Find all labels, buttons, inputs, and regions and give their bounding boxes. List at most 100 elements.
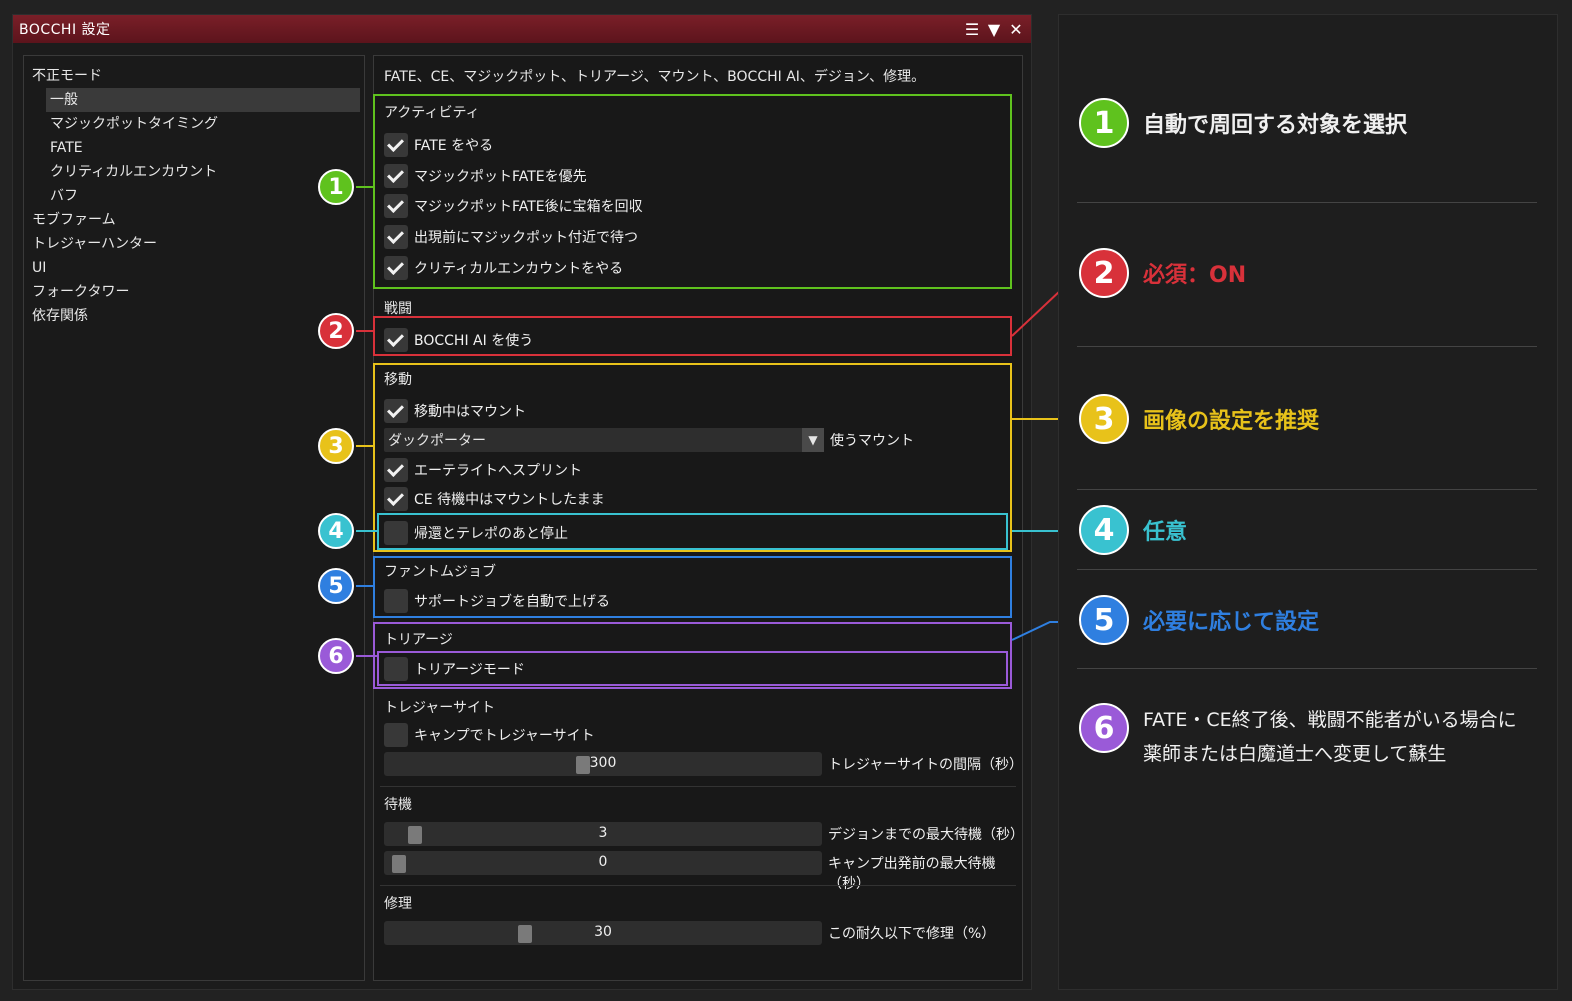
- legend-text: 必須：ON: [1143, 263, 1247, 288]
- section-heading-triage: トリアージ: [384, 632, 453, 648]
- option-label: マジックポットFATEを優先: [414, 169, 587, 185]
- divider: [1077, 346, 1537, 347]
- section-heading-repair: 修理: [384, 896, 412, 912]
- checkbox[interactable]: [384, 194, 408, 218]
- legend-badge: 4: [1079, 505, 1129, 555]
- option-label: サポートジョブを自動で上げる: [414, 594, 610, 610]
- slider-label: トレジャーサイトの間隔（秒）: [828, 757, 1024, 773]
- callout-badge-2: 2: [318, 313, 354, 349]
- divider: [1077, 202, 1537, 203]
- title-bar[interactable]: BOCCHI 設定 ☰ ▼ ✕: [13, 15, 1031, 43]
- slider-value: 0: [598, 854, 608, 870]
- option-row[interactable]: エーテライトへスプリント: [384, 458, 582, 482]
- section-heading-wait: 待機: [384, 797, 412, 813]
- option-label: 出現前にマジックポット付近で待つ: [414, 230, 638, 246]
- connector: [356, 186, 373, 188]
- checkbox[interactable]: [384, 589, 408, 613]
- section-heading-treasure-sight: トレジャーサイト: [384, 700, 496, 716]
- option-row[interactable]: トリアージモード: [384, 657, 525, 681]
- option-label: クリティカルエンカウントをやる: [414, 261, 624, 277]
- nav-item-buff[interactable]: バフ: [24, 184, 364, 208]
- legend-text: 薬師または白魔道士へ変更して蘇生: [1143, 743, 1447, 765]
- option-row[interactable]: CE 待機中はマウントしたまま: [384, 487, 605, 511]
- nav-item-fate[interactable]: FATE: [24, 136, 364, 160]
- option-row[interactable]: BOCCHI AI を使う: [384, 328, 533, 352]
- option-row[interactable]: 出現前にマジックポット付近で待つ: [384, 225, 638, 249]
- legend-panel: 1 自動で周回する対象を選択 2 必須：ON 3 画像の設定を推奨 4 任意 5…: [1058, 14, 1558, 990]
- nav-item-critical-encounter[interactable]: クリティカルエンカウント: [24, 160, 364, 184]
- legend-badge: 2: [1079, 248, 1129, 298]
- legend-text: FATE・CE終了後、戦闘不能者がいる場合に: [1143, 709, 1517, 731]
- legend-item-3: 3 画像の設定を推奨: [1079, 394, 1319, 444]
- legend-text: 任意: [1143, 520, 1188, 545]
- checkbox[interactable]: [384, 225, 408, 249]
- checkbox[interactable]: [384, 164, 408, 188]
- menu-icon[interactable]: ☰: [963, 20, 981, 39]
- collapse-icon[interactable]: ▼: [985, 20, 1003, 39]
- divider: [1077, 668, 1537, 669]
- option-row[interactable]: FATE をやる: [384, 133, 493, 157]
- treasure-sight-interval-slider[interactable]: 300: [384, 752, 822, 776]
- legend-item-4: 4 任意: [1079, 505, 1187, 555]
- settings-content: FATE、CE、マジックポット、トリアージ、マウント、BOCCHI AI、デジョ…: [373, 55, 1024, 981]
- nav-item-dependencies[interactable]: 依存関係: [24, 304, 364, 328]
- slider-label: デジョンまでの最大待機（秒）: [828, 827, 1024, 843]
- section-heading-combat: 戦闘: [384, 301, 412, 317]
- nav-item-mob-farm[interactable]: モブファーム: [24, 208, 364, 232]
- window-title: BOCCHI 設定: [19, 22, 111, 38]
- option-label: 移動中はマウント: [414, 404, 526, 420]
- max-wait-dejon-slider[interactable]: 3: [384, 822, 822, 846]
- option-row[interactable]: マジックポットFATEを優先: [384, 164, 587, 188]
- slider-value: 300: [589, 755, 617, 771]
- checkbox[interactable]: [384, 256, 408, 280]
- max-wait-camp-slider[interactable]: 0: [384, 851, 822, 875]
- page-description: FATE、CE、マジックポット、トリアージ、マウント、BOCCHI AI、デジョ…: [384, 69, 926, 85]
- option-label: トリアージモード: [414, 662, 525, 678]
- connector: [356, 530, 377, 532]
- close-icon[interactable]: ✕: [1007, 20, 1025, 39]
- mount-select-label: 使うマウント: [830, 433, 914, 449]
- option-row[interactable]: 帰還とテレポのあと停止: [384, 521, 568, 545]
- checkbox[interactable]: [384, 657, 408, 681]
- checkbox[interactable]: [384, 133, 408, 157]
- legend-text: 画像の設定を推奨: [1143, 409, 1320, 434]
- checkbox[interactable]: [384, 521, 408, 545]
- settings-window: BOCCHI 設定 ☰ ▼ ✕ 不正モード 一般 マジックポットタイミング FA…: [12, 14, 1032, 990]
- option-row[interactable]: クリティカルエンカウントをやる: [384, 256, 623, 280]
- nav-item-magic-pot-timing[interactable]: マジックポットタイミング: [24, 112, 364, 136]
- callout-badge-4: 4: [318, 513, 354, 549]
- chevron-down-icon[interactable]: ▼: [802, 428, 824, 452]
- legend-item-2: 2 必須：ON: [1079, 248, 1246, 298]
- nav-item-general[interactable]: 一般: [46, 88, 360, 112]
- legend-item-5: 5 必要に応じて設定: [1079, 595, 1319, 645]
- section-heading-phantom-job: ファントムジョブ: [384, 564, 496, 580]
- option-label: エーテライトへスプリント: [414, 463, 582, 479]
- option-row[interactable]: 移動中はマウント: [384, 399, 526, 423]
- checkbox[interactable]: [384, 328, 408, 352]
- legend-item-1: 1 自動で周回する対象を選択: [1079, 98, 1407, 148]
- option-label: FATE をやる: [414, 138, 494, 154]
- repair-threshold-slider[interactable]: 30: [384, 921, 822, 945]
- legend-text-block: FATE・CE終了後、戦闘不能者がいる場合に 薬師または白魔道士へ変更して蘇生: [1143, 703, 1517, 771]
- divider: [380, 786, 1016, 787]
- nav-item-fork-tower[interactable]: フォークタワー: [24, 280, 364, 304]
- slider-value: 3: [598, 825, 608, 841]
- option-row[interactable]: マジックポットFATE後に宝箱を回収: [384, 194, 643, 218]
- checkbox[interactable]: [384, 399, 408, 423]
- legend-text: 自動で周回する対象を選択: [1143, 113, 1408, 138]
- option-row[interactable]: キャンプでトレジャーサイト: [384, 723, 595, 747]
- checkbox[interactable]: [384, 487, 408, 511]
- legend-text: 必要に応じて設定: [1143, 610, 1320, 635]
- divider: [1077, 569, 1537, 570]
- section-heading-movement: 移動: [384, 372, 412, 388]
- nav-item-treasure-hunter[interactable]: トレジャーハンター: [24, 232, 364, 256]
- option-label: 帰還とテレポのあと停止: [414, 526, 568, 542]
- mount-select-value: ダックポーター: [388, 433, 486, 449]
- checkbox[interactable]: [384, 458, 408, 482]
- nav-item-ui[interactable]: UI: [24, 256, 364, 280]
- option-row[interactable]: サポートジョブを自動で上げる: [384, 589, 610, 613]
- nav-item-cheat-mode[interactable]: 不正モード: [24, 64, 364, 88]
- legend-item-6: 6 FATE・CE終了後、戦闘不能者がいる場合に 薬師または白魔道士へ変更して蘇…: [1079, 703, 1517, 771]
- mount-select[interactable]: ダックポーター ▼: [384, 428, 824, 452]
- checkbox[interactable]: [384, 723, 408, 747]
